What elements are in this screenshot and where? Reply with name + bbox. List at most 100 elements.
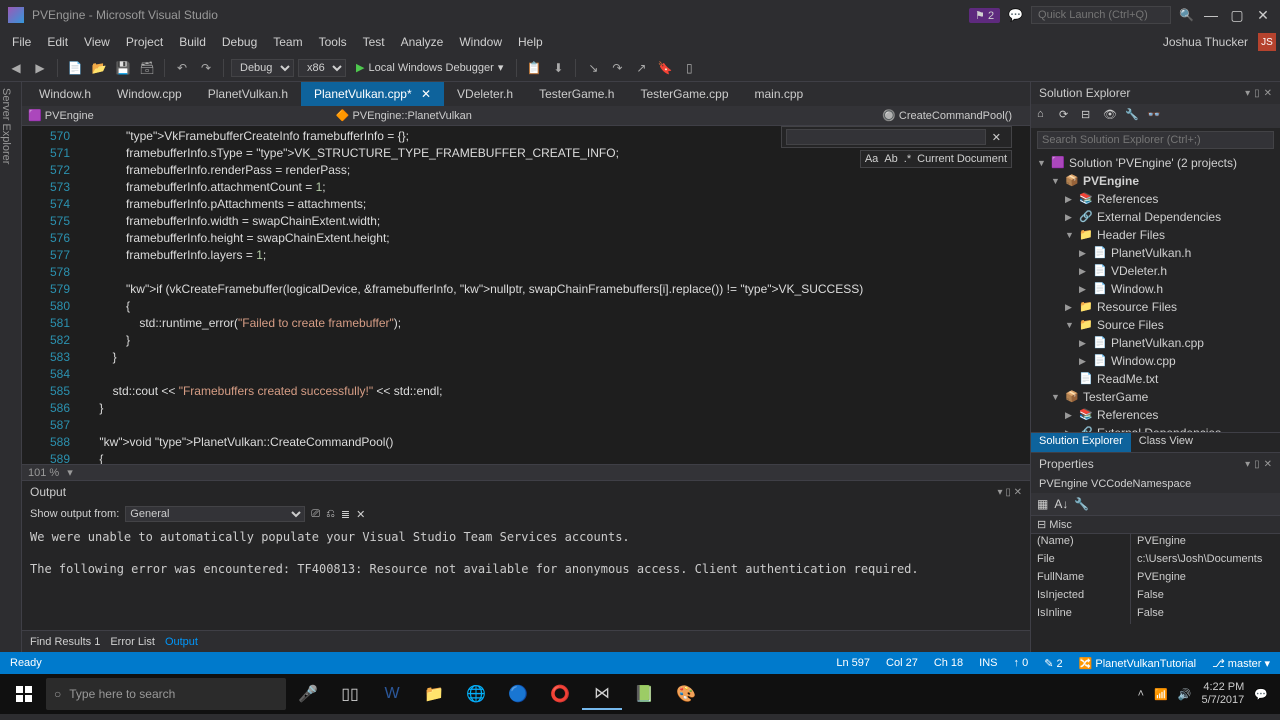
toolbar-icon[interactable]: ⬇	[548, 58, 568, 78]
feedback-icon[interactable]: 💬	[1008, 8, 1023, 22]
save-icon[interactable]: 💾	[113, 58, 133, 78]
tree-item[interactable]: ▼📁Source Files	[1031, 316, 1280, 334]
status-changes-icon[interactable]: ✎ 2	[1044, 657, 1062, 670]
solution-search-input[interactable]	[1037, 131, 1274, 149]
step-into-icon[interactable]: ↘	[583, 58, 603, 78]
tree-item[interactable]: ▼🟪Solution 'PVEngine' (2 projects)	[1031, 154, 1280, 172]
task-view-icon[interactable]: ▯▯	[330, 678, 370, 710]
bookmark-icon[interactable]: 🔖	[655, 58, 675, 78]
menu-analyze[interactable]: Analyze	[393, 33, 452, 51]
find-input[interactable]	[786, 129, 986, 145]
network-icon[interactable]: 📶	[1154, 688, 1168, 701]
close-find-icon[interactable]: ✕	[992, 131, 1001, 144]
menu-view[interactable]: View	[76, 33, 118, 51]
document-tab[interactable]: TesterGame.h	[526, 82, 627, 106]
tree-item[interactable]: ▶📄PlanetVulkan.h	[1031, 244, 1280, 262]
class-dropdown[interactable]: 🔶 PVEngine::PlanetVulkan	[336, 109, 472, 122]
panel-pin-icon[interactable]: ▯	[1254, 459, 1260, 470]
platform-dropdown[interactable]: x86	[298, 59, 346, 77]
zoom-level[interactable]: 101 %▾	[22, 464, 1030, 480]
menu-team[interactable]: Team	[265, 33, 310, 51]
visual-studio-icon[interactable]: ⋈	[582, 678, 622, 710]
toolbar-icon[interactable]: ▯	[679, 58, 699, 78]
menu-edit[interactable]: Edit	[39, 33, 76, 51]
document-tab[interactable]: Window.h	[26, 82, 104, 106]
property-category[interactable]: ⊟ Misc	[1031, 515, 1280, 534]
search-icon[interactable]: 🔍	[1179, 8, 1194, 22]
menu-build[interactable]: Build	[171, 33, 214, 51]
home-icon[interactable]: ⌂	[1037, 108, 1053, 124]
config-dropdown[interactable]: Debug	[231, 59, 294, 77]
panel-dropdown-icon[interactable]: ▾	[1245, 88, 1250, 99]
output-tool-icon[interactable]: ⎌	[326, 508, 335, 521]
find-bar[interactable]: ✕	[781, 126, 1012, 148]
regex-icon[interactable]: .*	[904, 153, 911, 165]
tree-item[interactable]: ▶📄Window.h	[1031, 280, 1280, 298]
categorize-icon[interactable]: ▦	[1037, 497, 1048, 511]
word-icon[interactable]: W	[372, 678, 412, 710]
tree-item[interactable]: ▼📦PVEngine	[1031, 172, 1280, 190]
panel-dropdown-icon[interactable]: ▾	[1245, 459, 1250, 470]
app-icon[interactable]: ⭕	[540, 678, 580, 710]
tree-item[interactable]: ▼📦TesterGame	[1031, 388, 1280, 406]
output-tool-icon[interactable]: ≣	[341, 508, 350, 521]
clock[interactable]: 4:22 PM5/7/2017	[1201, 681, 1244, 707]
whole-word-icon[interactable]: Ab	[884, 153, 897, 165]
close-button[interactable]: ✕	[1254, 6, 1272, 24]
preview-icon[interactable]: 👓	[1147, 108, 1163, 124]
solution-tree[interactable]: ▼🟪Solution 'PVEngine' (2 projects)▼📦PVEn…	[1031, 152, 1280, 432]
status-publish-icon[interactable]: ↑ 0	[1014, 657, 1029, 669]
nav-fwd-icon[interactable]: ▶	[30, 58, 50, 78]
property-row[interactable]: FullNamePVEngine	[1031, 570, 1280, 588]
step-out-icon[interactable]: ↗	[631, 58, 651, 78]
find-scope[interactable]: Current Document	[917, 153, 1007, 165]
chrome-icon[interactable]: 🌐	[456, 678, 496, 710]
toolbar-icon[interactable]: 📋	[524, 58, 544, 78]
property-row[interactable]: IsInjectedFalse	[1031, 588, 1280, 606]
user-avatar[interactable]: JS	[1258, 33, 1276, 51]
notification-flag[interactable]: ⚑ 2	[969, 8, 1000, 23]
undo-icon[interactable]: ↶	[172, 58, 192, 78]
start-button[interactable]	[4, 678, 44, 710]
property-row[interactable]: Filec:\Users\Josh\Documents	[1031, 552, 1280, 570]
start-debug-button[interactable]: ▶Local Windows Debugger ▾	[350, 59, 509, 76]
taskbar-search[interactable]: ○Type here to search	[46, 678, 286, 710]
output-source-dropdown[interactable]: General	[125, 506, 305, 522]
explorer-icon[interactable]: 📁	[414, 678, 454, 710]
tree-item[interactable]: ▶🔗External Dependencies	[1031, 208, 1280, 226]
alpha-sort-icon[interactable]: A↓	[1054, 497, 1068, 511]
document-tab[interactable]: PlanetVulkan.cpp* ✕	[301, 82, 444, 106]
notifications-icon[interactable]: 💬	[1254, 688, 1268, 701]
document-tab[interactable]: TesterGame.cpp	[627, 82, 741, 106]
minimize-button[interactable]: —	[1202, 6, 1220, 24]
menu-debug[interactable]: Debug	[214, 33, 265, 51]
tree-item[interactable]: ▶📄VDeleter.h	[1031, 262, 1280, 280]
document-tab[interactable]: VDeleter.h	[444, 82, 526, 106]
new-project-icon[interactable]: 📄	[65, 58, 85, 78]
document-tab[interactable]: Window.cpp	[104, 82, 195, 106]
nav-back-icon[interactable]: ◀	[6, 58, 26, 78]
system-tray[interactable]: ˄ 📶 🔊 4:22 PM5/7/2017 💬	[1138, 681, 1276, 707]
output-text[interactable]: We were unable to automatically populate…	[22, 525, 1030, 630]
panel-tab[interactable]: Find Results 1	[30, 636, 100, 648]
tree-item[interactable]: ▶📄Window.cpp	[1031, 352, 1280, 370]
property-row[interactable]: IsInlineFalse	[1031, 606, 1280, 624]
quick-launch-input[interactable]	[1031, 6, 1171, 24]
panel-close-icon[interactable]: ✕	[1264, 459, 1272, 470]
signed-in-user[interactable]: Joshua Thucker	[1163, 35, 1254, 49]
tree-item[interactable]: ▼📁Header Files	[1031, 226, 1280, 244]
tree-item[interactable]: ▶📄PlanetVulkan.cpp	[1031, 334, 1280, 352]
output-tool-icon[interactable]: ⎚	[311, 508, 320, 521]
volume-icon[interactable]: 🔊	[1178, 688, 1192, 701]
show-all-icon[interactable]: 👁	[1103, 108, 1119, 124]
status-repo[interactable]: 🔀 PlanetVulkanTutorial	[1079, 657, 1196, 670]
clear-output-icon[interactable]: ✕	[356, 508, 365, 521]
maximize-button[interactable]: ▢	[1228, 6, 1246, 24]
server-explorer-tab[interactable]: Server Explorer	[0, 82, 22, 652]
prop-pages-icon[interactable]: 🔧	[1074, 497, 1089, 511]
menu-window[interactable]: Window	[451, 33, 510, 51]
document-tab[interactable]: main.cpp	[742, 82, 817, 106]
menu-project[interactable]: Project	[118, 33, 171, 51]
scope-dropdown[interactable]: 🟪 PVEngine	[28, 109, 94, 122]
tree-item[interactable]: ▶📁Resource Files	[1031, 298, 1280, 316]
